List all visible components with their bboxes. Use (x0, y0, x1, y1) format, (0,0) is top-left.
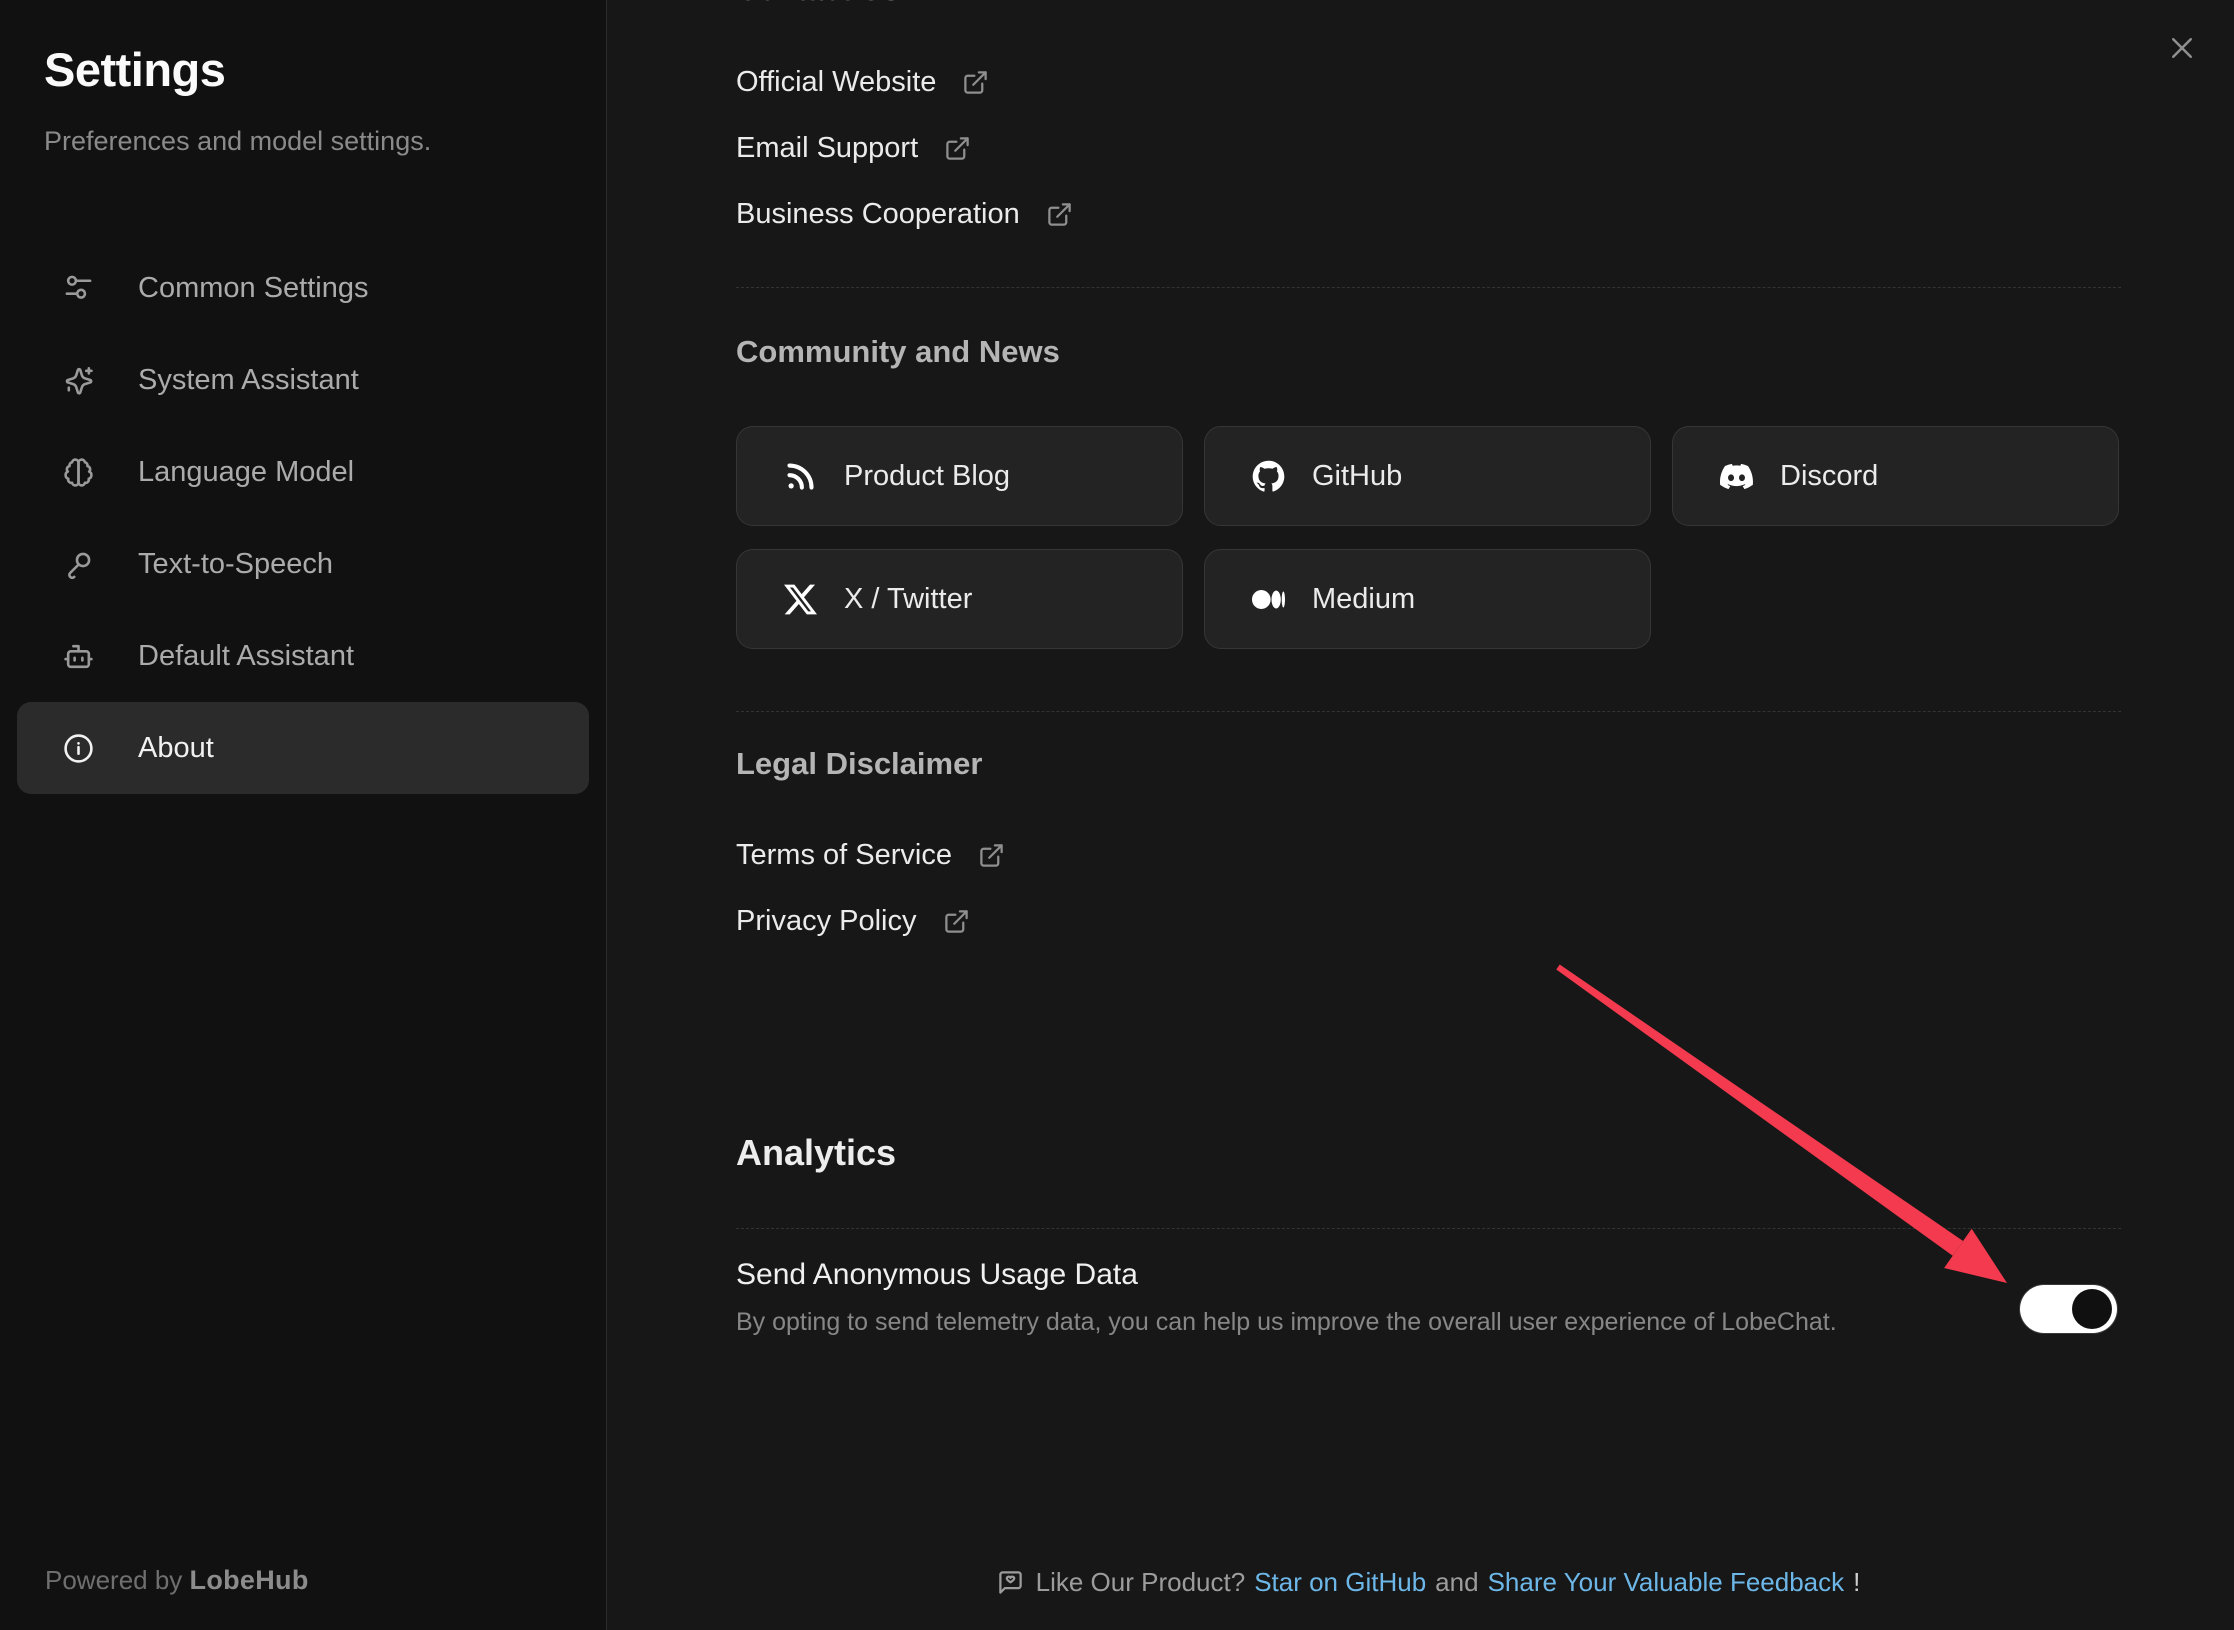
about-settings-panel: Contact Us Official Website Email Suppor… (608, 0, 2234, 1630)
official-website-link[interactable]: Official Website (736, 49, 989, 115)
info-icon (63, 733, 94, 764)
sparkles-icon (63, 365, 94, 396)
brain-icon (63, 457, 94, 488)
settings-sidebar: Settings Preferences and model settings.… (0, 0, 607, 1630)
x-twitter-icon (784, 583, 817, 616)
github-icon (1252, 460, 1285, 493)
page-title: Settings (44, 42, 225, 97)
star-on-github-link[interactable]: Star on GitHub (1254, 1567, 1426, 1598)
page-subtitle: Preferences and model settings. (44, 126, 431, 157)
footer-message: Like Our Product? Star on GitHub and Sha… (736, 1560, 2121, 1604)
github-button[interactable]: GitHub (1204, 426, 1651, 526)
sidebar-item-label: Common Settings (138, 272, 369, 305)
business-cooperation-link[interactable]: Business Cooperation (736, 181, 1073, 247)
footer-conjunction: and (1435, 1567, 1478, 1598)
usage-data-setting: Send Anonymous Usage Data By opting to s… (736, 1254, 2121, 1337)
button-label: GitHub (1312, 460, 1402, 493)
privacy-policy-link[interactable]: Privacy Policy (736, 888, 970, 954)
x-twitter-button[interactable]: X / Twitter (736, 549, 1183, 649)
sidebar-item-common-settings[interactable]: Common Settings (17, 242, 589, 334)
settings-nav: Common Settings System Assistant Languag… (17, 242, 589, 794)
external-link-icon (943, 908, 970, 935)
microphone-icon (63, 549, 94, 580)
sidebar-item-label: About (138, 732, 214, 765)
contact-heading: Contact Us (736, 0, 900, 8)
sliders-icon (63, 273, 94, 304)
terms-of-service-link[interactable]: Terms of Service (736, 822, 1005, 888)
button-label: Medium (1312, 583, 1415, 616)
close-icon (2167, 33, 2197, 63)
analytics-heading: Analytics (736, 1132, 896, 1174)
link-label: Official Website (736, 66, 936, 99)
powered-by-text: Powered by (45, 1565, 182, 1595)
sidebar-item-system-assistant[interactable]: System Assistant (17, 334, 589, 426)
link-label: Email Support (736, 132, 918, 165)
divider (736, 287, 2121, 288)
rss-icon (784, 460, 817, 493)
discord-icon (1720, 460, 1753, 493)
link-label: Privacy Policy (736, 905, 917, 938)
powered-by: Powered by LobeHub (45, 1565, 309, 1596)
medium-button[interactable]: Medium (1204, 549, 1651, 649)
usage-setting-description: By opting to send telemetry data, you ca… (736, 1308, 2121, 1337)
discord-button[interactable]: Discord (1672, 426, 2119, 526)
about-content: Contact Us Official Website Email Suppor… (736, 0, 2121, 1630)
external-link-icon (944, 135, 971, 162)
external-link-icon (978, 842, 1005, 869)
usage-setting-label: Send Anonymous Usage Data (736, 1254, 2121, 1296)
robot-icon (63, 641, 94, 672)
legal-heading: Legal Disclaimer (736, 746, 982, 782)
lobehub-brand[interactable]: LobeHub (190, 1565, 309, 1595)
share-feedback-link[interactable]: Share Your Valuable Feedback (1488, 1567, 1845, 1598)
sidebar-item-default-assistant[interactable]: Default Assistant (17, 610, 589, 702)
sidebar-item-label: Language Model (138, 456, 354, 489)
product-blog-button[interactable]: Product Blog (736, 426, 1183, 526)
feedback-bubble-icon (997, 1569, 1024, 1596)
medium-icon (1252, 583, 1285, 616)
sidebar-item-label: System Assistant (138, 364, 359, 397)
divider (736, 711, 2121, 712)
link-label: Business Cooperation (736, 198, 1020, 231)
footer-prefix: Like Our Product? (1036, 1567, 1246, 1598)
divider (736, 1228, 2121, 1229)
usage-toggle[interactable] (2020, 1285, 2117, 1333)
sidebar-item-label: Text-to-Speech (138, 548, 333, 581)
sidebar-item-language-model[interactable]: Language Model (17, 426, 589, 518)
button-label: Discord (1780, 460, 1878, 493)
sidebar-item-label: Default Assistant (138, 640, 354, 673)
toggle-knob (2072, 1289, 2112, 1329)
community-heading: Community and News (736, 334, 1060, 370)
link-label: Terms of Service (736, 839, 952, 872)
button-label: X / Twitter (844, 583, 972, 616)
close-button[interactable] (2162, 28, 2202, 68)
external-link-icon (962, 69, 989, 96)
community-buttons: Product Blog GitHub Discord X / Twitter (736, 426, 2126, 649)
button-label: Product Blog (844, 460, 1010, 493)
sidebar-item-about[interactable]: About (17, 702, 589, 794)
sidebar-item-text-to-speech[interactable]: Text-to-Speech (17, 518, 589, 610)
footer-suffix: ! (1853, 1567, 1860, 1598)
email-support-link[interactable]: Email Support (736, 115, 971, 181)
external-link-icon (1046, 201, 1073, 228)
